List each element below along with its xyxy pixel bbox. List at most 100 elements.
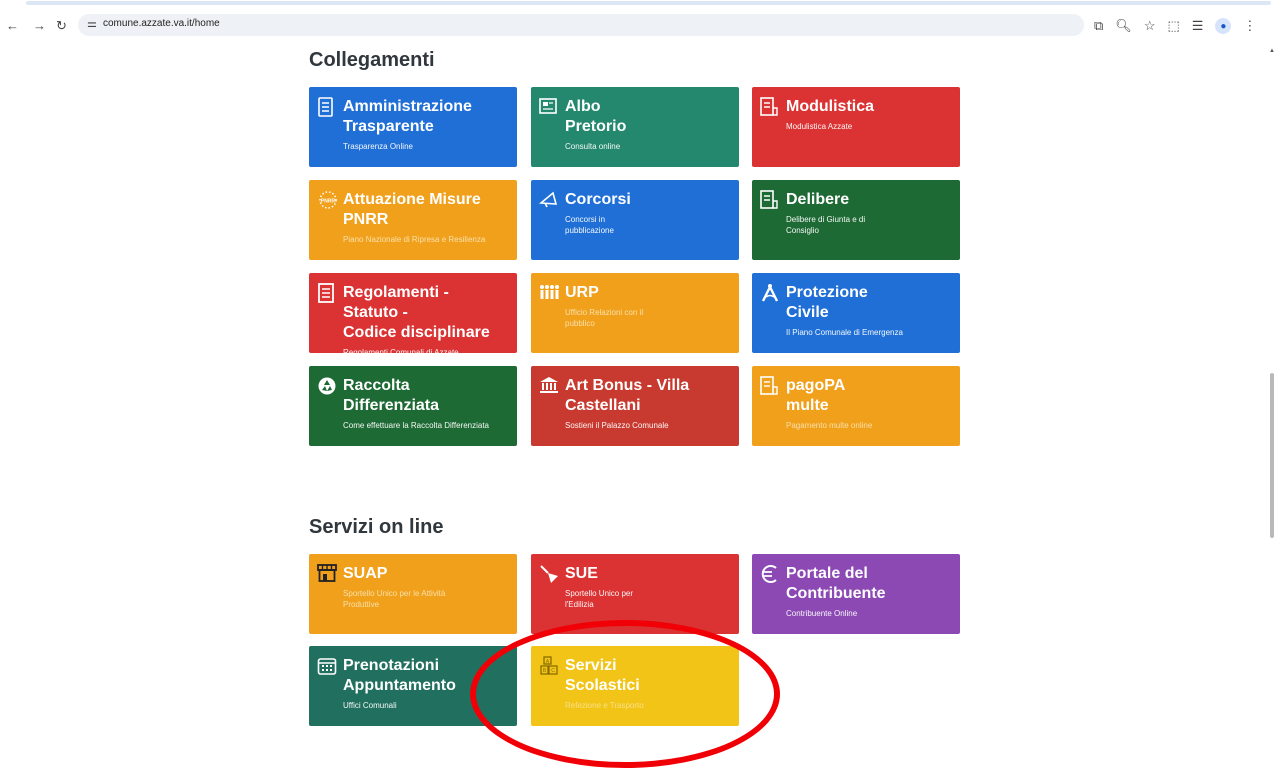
url-text[interactable]: comune.azzate.va.it/home bbox=[103, 18, 220, 29]
tile-title: Prenotazioni Appuntamento bbox=[343, 657, 456, 694]
tile-subtitle: Ufficio Relazioni con il pubblico bbox=[565, 308, 644, 328]
screenshot-icon[interactable]: ⧉ bbox=[1094, 18, 1103, 34]
tile-title: Attuazione Misure PNRR bbox=[343, 191, 481, 228]
zoom-icon[interactable]: 🔍︎ bbox=[1115, 18, 1132, 34]
reading-list-icon[interactable]: ☰ bbox=[1192, 18, 1204, 34]
tile-attuazione-misure-pnrr[interactable]: PNRR Attuazione Misure PNRR Piano Nazional… bbox=[309, 180, 517, 260]
tile-protezione-civile[interactable]: Protezione Civile Il Piano Comunale di Em… bbox=[752, 273, 960, 353]
tile-title: Modulistica bbox=[786, 98, 875, 115]
extensions-icon[interactable]: ⬚ bbox=[1167, 18, 1179, 34]
toolbar-actions: ⧉ 🔍︎ ☆ ⬚ ☰ ● ⋮ bbox=[1094, 16, 1256, 36]
forward-arrow-icon[interactable]: → bbox=[33, 18, 46, 33]
red-highlight-circle bbox=[470, 620, 780, 768]
tile-subtitle: Il Piano Comunale di Emergenza bbox=[786, 328, 903, 337]
scrollbar-thumb[interactable] bbox=[1270, 373, 1274, 538]
tile-header: PNRR Attuazione Misure PNRR bbox=[317, 190, 507, 230]
tile-subtitle: Trasparenza Online bbox=[343, 142, 413, 151]
tile-header: Delibere bbox=[760, 190, 950, 210]
tile-header: Portale del Contribuente bbox=[760, 564, 950, 604]
tile-title: Art Bonus - Villa Castellani bbox=[565, 377, 690, 414]
tile-subtitle: Concorsi in pubblicazione bbox=[565, 215, 614, 235]
reload-icon[interactable]: ↻ bbox=[56, 18, 67, 34]
tile-header: Protezione Civile bbox=[760, 283, 950, 323]
tile-delibere[interactable]: Delibere Delibere di Giunta e di Consigli… bbox=[752, 180, 960, 260]
tile-header: SUE bbox=[539, 564, 729, 584]
tile-title: Amministrazione Trasparente bbox=[343, 98, 472, 135]
section-title-servizi: Servizi on line bbox=[309, 516, 444, 538]
form-icon bbox=[760, 190, 782, 210]
tile-subtitle: Consulta online bbox=[565, 142, 621, 151]
bookmark-star-icon[interactable]: ☆ bbox=[1144, 18, 1156, 34]
recycle-icon bbox=[317, 376, 339, 396]
tile-subtitle: Come effettuare la Raccolta Differenziat… bbox=[343, 421, 490, 430]
tile-title: Raccolta Differenziata bbox=[343, 377, 440, 414]
people-icon bbox=[539, 283, 561, 303]
tile-subtitle: Sostieni il Palazzo Comunale bbox=[565, 421, 669, 430]
scroll-up-icon[interactable]: ▲ bbox=[1269, 48, 1275, 54]
profile-icon[interactable]: ● bbox=[1215, 18, 1232, 34]
calendar-icon bbox=[317, 656, 339, 676]
svg-text:PNRR: PNRR bbox=[321, 199, 336, 205]
tile-title: Protezione Civile bbox=[786, 284, 868, 321]
address-bar[interactable]: ⚌ comune.azzate.va.it/home bbox=[78, 14, 1084, 36]
tile-amministrazione-trasparente[interactable]: Amministrazione Trasparente Trasparenza O… bbox=[309, 87, 517, 167]
tile-subtitle: Contribuente Online bbox=[786, 609, 858, 618]
tile-header: URP bbox=[539, 283, 729, 303]
tile-title: Regolamenti - Statuto - Codice disciplin… bbox=[343, 284, 490, 341]
tile-portale-del-contribuente[interactable]: Portale del Contribuente Contribuente Onl… bbox=[752, 554, 960, 634]
document-lines-icon bbox=[317, 283, 339, 303]
tile-title: SUE bbox=[565, 565, 598, 582]
tile-pagopa-multe[interactable]: pagoPA multe Pagamento multe online bbox=[752, 366, 960, 446]
back-arrow-icon[interactable]: ← bbox=[6, 18, 19, 33]
tile-header: Albo Pretorio bbox=[539, 97, 729, 137]
tile-title: Delibere bbox=[786, 191, 850, 208]
shop-icon bbox=[317, 564, 339, 584]
tile-regolamenti-statuto-codice-disciplinare[interactable]: Regolamenti - Statuto - Codice disciplin… bbox=[309, 273, 517, 353]
tile-header: SUAP bbox=[317, 564, 507, 584]
tile-subtitle: Piano Nazionale di Ripresa e Resilienza bbox=[343, 235, 486, 244]
tile-subtitle: Pagamento multe online bbox=[786, 421, 873, 430]
euro-icon bbox=[760, 564, 782, 584]
tile-title: pagoPA multe bbox=[786, 377, 846, 414]
tile-header: Raccolta Differenziata bbox=[317, 376, 507, 416]
tab-strip-bar bbox=[26, 1, 1271, 5]
tab-strip bbox=[0, 0, 1277, 6]
tile-header: Art Bonus - Villa Castellani bbox=[539, 376, 729, 416]
tile-art-bonus-villa-castellani[interactable]: Art Bonus - Villa Castellani Sostieni il … bbox=[531, 366, 739, 446]
tile-header: Regolamenti - Statuto - Codice disciplin… bbox=[317, 283, 507, 343]
trowel-icon bbox=[539, 564, 561, 584]
tile-corcorsi[interactable]: Corcorsi Concorsi in pubblicazione bbox=[531, 180, 739, 260]
tile-subtitle: Delibere di Giunta e di Consiglio bbox=[786, 215, 866, 235]
tile-title: Portale del Contribuente bbox=[786, 565, 886, 602]
compass-icon bbox=[760, 283, 782, 303]
page-scrollbar[interactable]: ▲ bbox=[1269, 48, 1275, 748]
tile-subtitle: Modulistica Azzate bbox=[786, 122, 853, 131]
menu-icon[interactable]: ⋮ bbox=[1243, 18, 1256, 34]
tile-subtitle: Sportello Unico per l'Edilizia bbox=[565, 589, 634, 609]
form-icon bbox=[760, 97, 782, 117]
tile-modulistica[interactable]: Modulistica Modulistica Azzate bbox=[752, 87, 960, 167]
browser-toolbar: ← → ↻ ⚌ comune.azzate.va.it/home ⧉ 🔍︎ ☆ … bbox=[0, 8, 1277, 42]
site-settings-icon[interactable]: ⚌ bbox=[87, 17, 97, 30]
tile-raccolta-differenziata[interactable]: Raccolta Differenziata Come effettuare la… bbox=[309, 366, 517, 446]
tile-header: Corcorsi bbox=[539, 190, 729, 210]
bank-icon bbox=[539, 376, 561, 396]
newspaper-icon bbox=[539, 97, 561, 117]
pnrr-stars-icon: PNRR bbox=[317, 190, 339, 210]
form-icon bbox=[760, 376, 782, 396]
tile-header: Amministrazione Trasparente bbox=[317, 97, 507, 137]
tile-header: Modulistica bbox=[760, 97, 950, 117]
tile-header: pagoPA multe bbox=[760, 376, 950, 416]
megaphone-icon bbox=[539, 190, 561, 210]
tile-title: SUAP bbox=[343, 565, 388, 582]
tile-urp[interactable]: URP Ufficio Relazioni con il pubblico bbox=[531, 273, 739, 353]
section-title-collegamenti: Collegamenti bbox=[309, 49, 435, 71]
tile-subtitle: Sportello Unico per le Attività Produtti… bbox=[343, 589, 446, 609]
tile-subtitle: Regolamenti Comunali di Azzate bbox=[343, 348, 459, 353]
tile-title: Corcorsi bbox=[565, 191, 631, 208]
document-icon bbox=[317, 97, 339, 117]
tile-title: URP bbox=[565, 284, 599, 301]
tile-title: Albo Pretorio bbox=[565, 98, 627, 135]
tile-albo-pretorio[interactable]: Albo Pretorio Consulta online bbox=[531, 87, 739, 167]
tile-suap[interactable]: SUAP Sportello Unico per le Attività Prod… bbox=[309, 554, 517, 634]
